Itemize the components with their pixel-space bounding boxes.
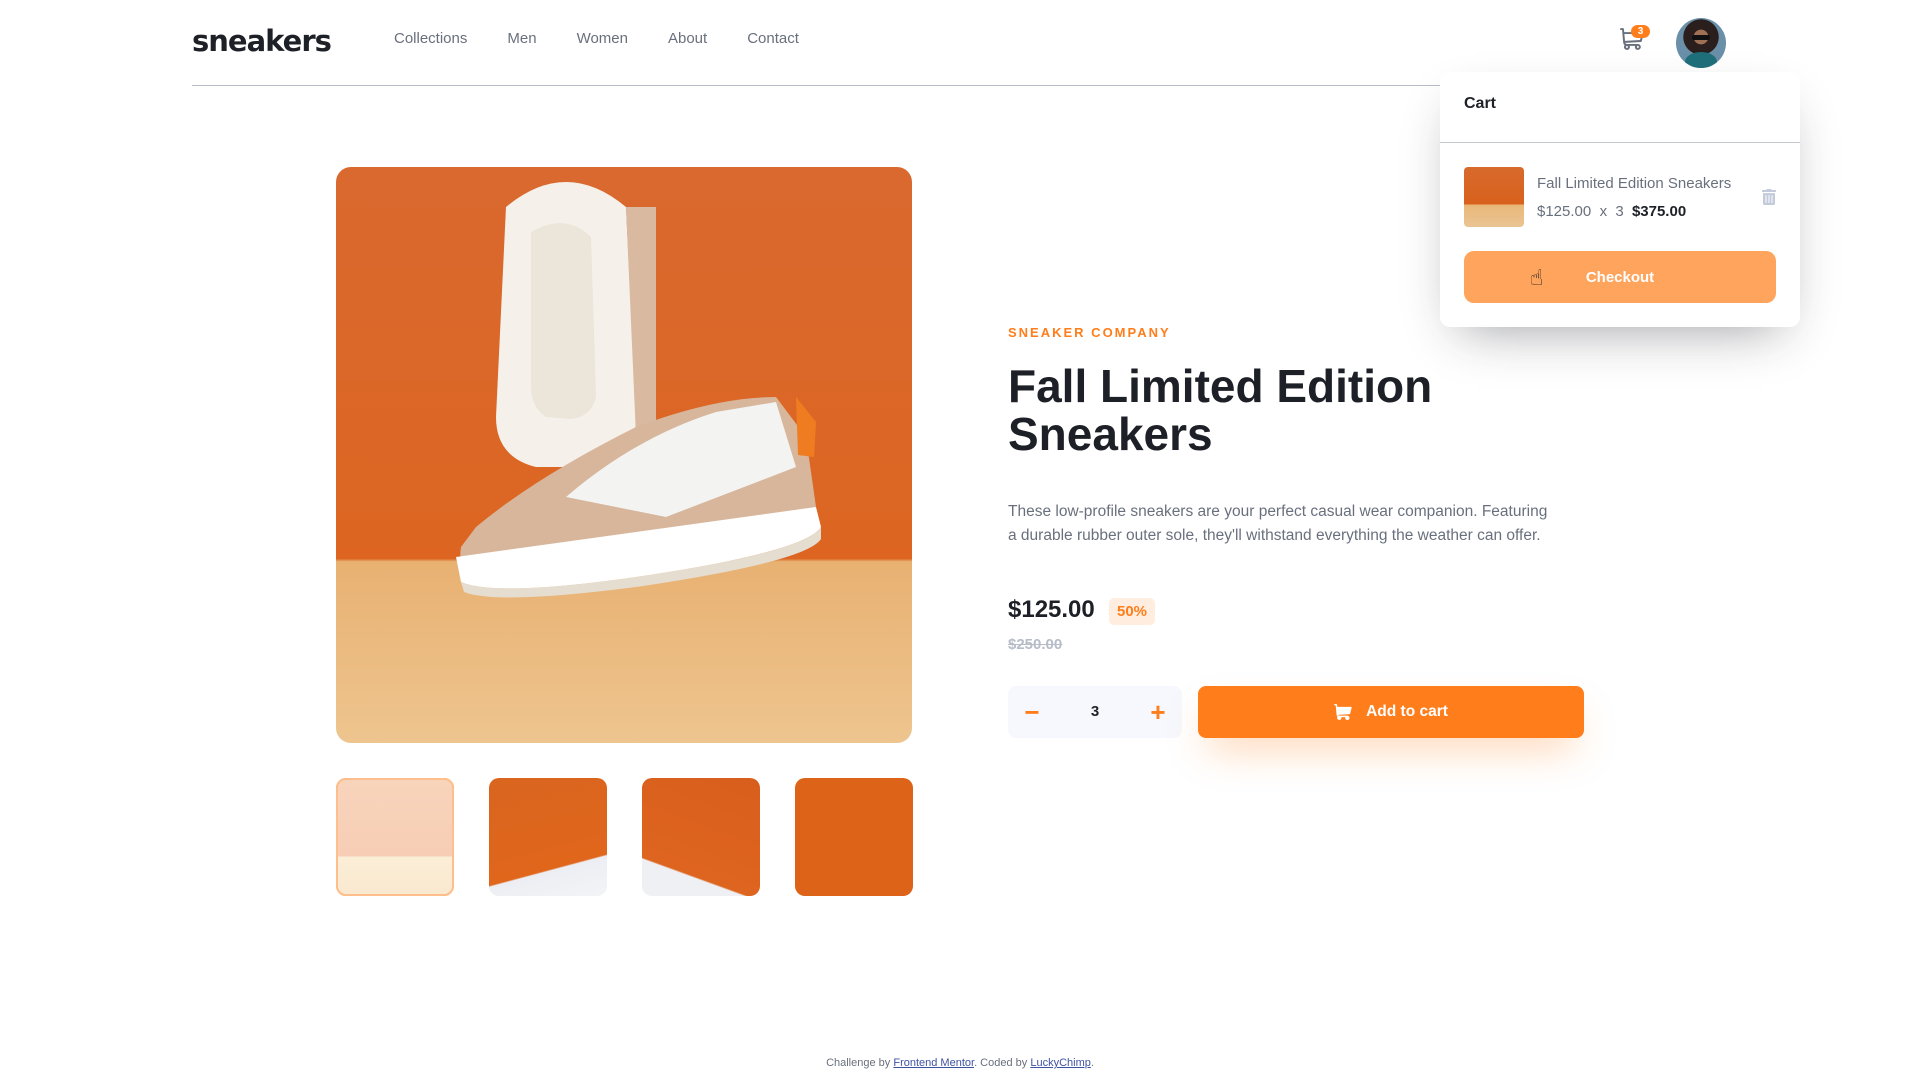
- attribution: Challenge by Frontend Mentor. Coded by L…: [0, 1057, 1920, 1069]
- trash-icon: [1762, 189, 1776, 205]
- decrease-quantity-button[interactable]: −: [1010, 686, 1054, 738]
- cart-title: Cart: [1464, 95, 1497, 112]
- checkout-button[interactable]: Checkout: [1464, 251, 1776, 303]
- cart-item-quantity: 3: [1615, 203, 1624, 220]
- delete-item-button[interactable]: [1762, 189, 1776, 205]
- quantity-stepper: − 3 +: [1008, 686, 1182, 738]
- main-product-image[interactable]: [336, 167, 912, 743]
- product-title: Fall Limited Edition Sneakers: [1008, 360, 1433, 460]
- sneaker-image: [456, 182, 821, 598]
- discount-badge: 50%: [1109, 598, 1156, 625]
- nav-collections[interactable]: Collections: [394, 30, 467, 47]
- cart-item-name: Fall Limited Edition Sneakers: [1537, 175, 1732, 192]
- cart-item-total: $375.00: [1631, 203, 1687, 220]
- avatar-shirt: [1685, 52, 1717, 68]
- attribution-suffix: .: [1090, 1057, 1094, 1069]
- cart-divider: [1440, 142, 1800, 143]
- avatar-glasses: [1692, 35, 1710, 40]
- cart-count-badge: 3: [1631, 25, 1650, 38]
- increase-quantity-button[interactable]: +: [1136, 686, 1180, 738]
- cart-item-calc: $125.00 x 3 $375.00: [1537, 203, 1686, 220]
- thumbnail-list: [336, 778, 913, 896]
- nav-men[interactable]: Men: [507, 30, 536, 47]
- nav-women[interactable]: Women: [577, 30, 628, 47]
- nav-about[interactable]: About: [668, 30, 707, 47]
- add-to-cart-button[interactable]: Add to cart: [1198, 686, 1584, 738]
- company-name: SNEAKER COMPANY: [1008, 325, 1171, 340]
- attribution-prefix: Challenge by: [826, 1057, 894, 1069]
- cart-item-times: x: [1599, 203, 1608, 220]
- author-link[interactable]: LuckyChimp: [1030, 1057, 1091, 1069]
- thumbnail-1[interactable]: [336, 778, 454, 896]
- cart-icon: [1334, 704, 1352, 720]
- thumbnail-2[interactable]: [489, 778, 607, 896]
- add-to-cart-label: Add to cart: [1366, 703, 1448, 720]
- thumbnail-3[interactable]: [642, 778, 760, 896]
- original-price: $250.00: [1008, 636, 1063, 653]
- cart-item-thumbnail: [1464, 167, 1524, 227]
- current-price: $125.00: [1008, 596, 1095, 623]
- cart-item-unit-price: $125.00: [1537, 203, 1592, 220]
- attribution-middle: . Coded by: [974, 1057, 1031, 1069]
- nav-contact[interactable]: Contact: [747, 30, 799, 47]
- avatar[interactable]: [1676, 18, 1726, 68]
- logo[interactable]: sneakers: [192, 24, 332, 58]
- main-nav: Collections Men Women About Contact: [394, 30, 799, 47]
- thumbnail-4[interactable]: [795, 778, 913, 896]
- cart-item: Fall Limited Edition Sneakers $125.00 x …: [1464, 167, 1776, 227]
- pointer-cursor-icon: ☝: [1530, 265, 1544, 290]
- cart-dropdown: Cart Fall Limited Edition Sneakers $125.…: [1440, 72, 1800, 327]
- product-description: These low-profile sneakers are your perf…: [1008, 503, 1548, 544]
- quantity-value[interactable]: 3: [1070, 686, 1120, 738]
- frontend-mentor-link[interactable]: Frontend Mentor: [893, 1057, 974, 1069]
